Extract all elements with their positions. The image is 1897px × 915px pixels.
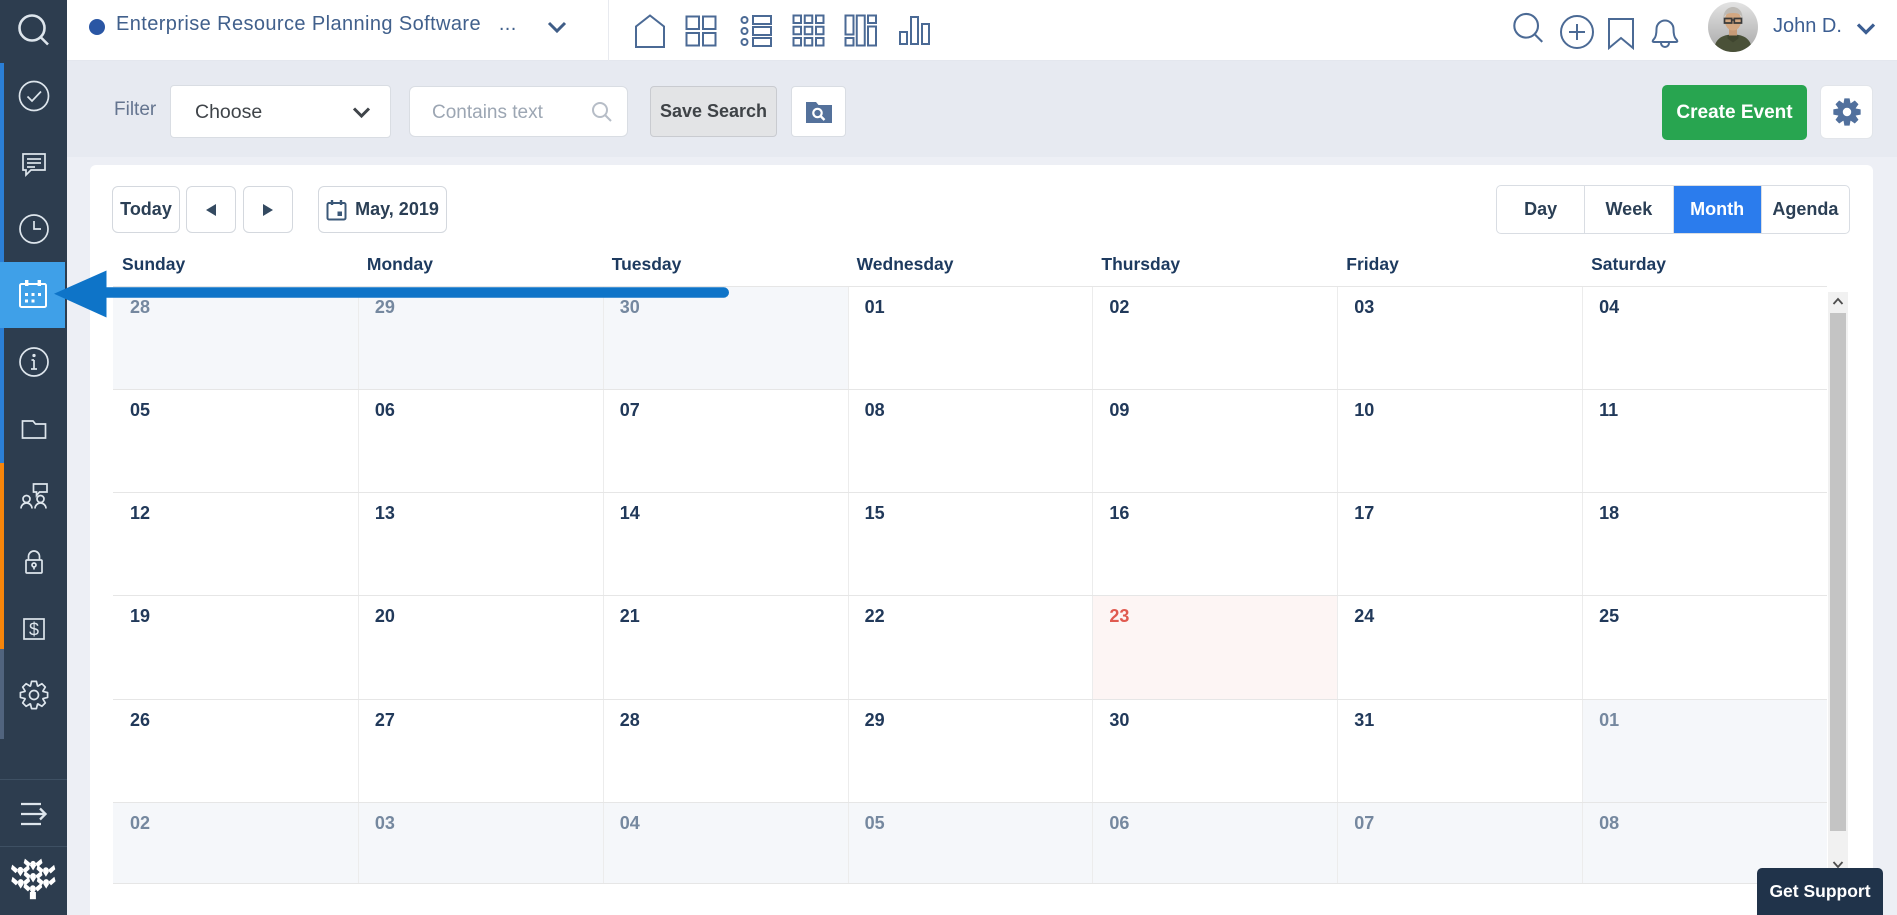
svg-text:$: $ bbox=[28, 619, 38, 639]
